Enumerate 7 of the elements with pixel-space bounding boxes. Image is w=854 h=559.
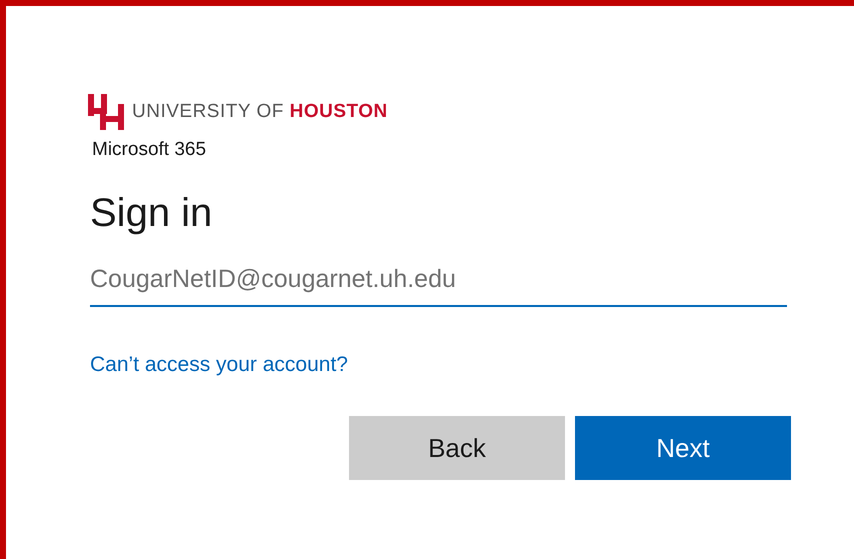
back-button[interactable]: Back: [349, 416, 565, 480]
logo-wordmark: UNIVERSITY OF HOUSTON: [132, 100, 388, 124]
help-link[interactable]: Can’t access your account?: [90, 348, 348, 380]
logo-icon: [88, 94, 126, 130]
page-title: Sign in: [90, 190, 214, 236]
next-button[interactable]: Next: [575, 416, 791, 480]
product-name: Microsoft 365: [92, 138, 208, 162]
